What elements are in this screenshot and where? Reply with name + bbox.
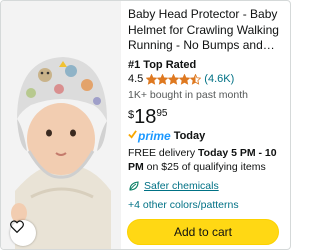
delivery-prefix: FREE delivery bbox=[128, 147, 199, 159]
product-info: Baby Head Protector - Baby Helmet for Cr… bbox=[125, 1, 290, 249]
prime-label: prime bbox=[138, 129, 171, 143]
heart-icon bbox=[10, 220, 24, 233]
star-icon bbox=[190, 74, 202, 85]
delivery-info: FREE delivery Today 5 PM - 10 PM on $25 … bbox=[128, 147, 288, 174]
wishlist-button[interactable] bbox=[10, 220, 36, 246]
star-icon bbox=[157, 74, 169, 85]
product-image[interactable] bbox=[1, 1, 121, 249]
other-options-link[interactable]: +4 other colors/patterns bbox=[128, 199, 288, 211]
rating-score: 4.5 bbox=[128, 73, 144, 85]
price-whole: 18 bbox=[134, 106, 157, 128]
star-icon bbox=[146, 74, 158, 85]
price-fraction: 95 bbox=[156, 108, 168, 119]
star-rating[interactable] bbox=[146, 74, 202, 85]
prime-check-icon bbox=[128, 130, 137, 139]
price[interactable]: $ 18 95 bbox=[128, 106, 288, 128]
baby-helmet-photo bbox=[1, 1, 121, 249]
top-rated-badge: #1 Top Rated bbox=[128, 59, 197, 71]
add-to-cart-button[interactable]: Add to cart bbox=[127, 219, 279, 245]
rating-row[interactable]: 4.5 (4.6K) bbox=[128, 73, 288, 86]
delivery-suffix: on $25 of qualifying items bbox=[143, 160, 266, 173]
review-count[interactable]: (4.6K) bbox=[204, 73, 234, 86]
bought-count: 1K+ bought in past month bbox=[128, 89, 248, 101]
prime-day: Today bbox=[173, 130, 206, 142]
product-card[interactable]: Baby Head Protector - Baby Helmet for Cr… bbox=[0, 0, 291, 250]
safer-chemicals-link[interactable]: Safer chemicals bbox=[128, 180, 288, 192]
leaf-icon bbox=[129, 181, 139, 191]
prime-row: prime Today bbox=[128, 129, 288, 143]
product-title[interactable]: Baby Head Protector - Baby Helmet for Cr… bbox=[128, 7, 288, 54]
prime-logo: prime bbox=[128, 129, 171, 143]
star-icon bbox=[179, 74, 191, 85]
star-icon bbox=[168, 74, 180, 85]
safer-chemicals-label: Safer chemicals bbox=[144, 180, 219, 192]
